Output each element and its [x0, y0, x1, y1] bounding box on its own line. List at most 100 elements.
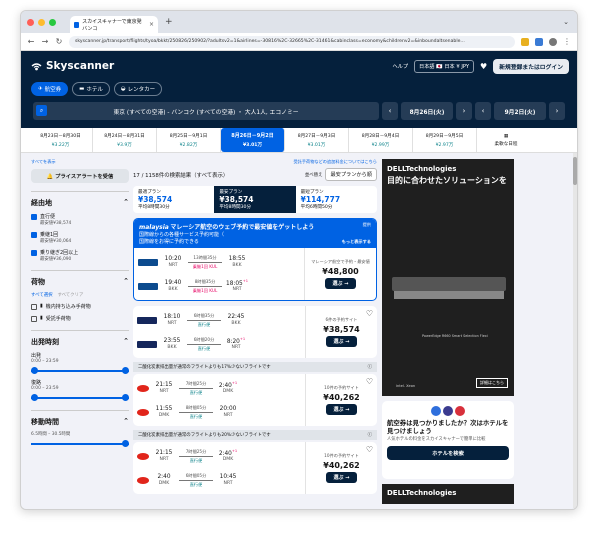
select-button[interactable]: 選ぶ →	[325, 336, 358, 347]
date-option[interactable]: 8月24日－8月31日 ¥3.9万	[93, 128, 157, 152]
checkbox-icon[interactable]	[31, 304, 37, 310]
next-return-button[interactable]: ›	[549, 102, 565, 120]
stops-option[interactable]: 乗り継ぎ2回以上 最安値¥36,090	[31, 249, 129, 262]
result-card[interactable]: 21:15 NRT 7時間25分 直行便 2:40+1 DMK 2:40 DMK 6時間…	[133, 442, 377, 494]
extension-icon[interactable]	[535, 37, 543, 46]
slider-handle[interactable]	[31, 367, 38, 374]
chip-flights[interactable]: ✈ 航空券	[31, 82, 69, 96]
checkbox-icon[interactable]	[31, 316, 37, 322]
date-option[interactable]: 8月23日－8月30日 ¥3.22万	[29, 128, 93, 152]
forward-icon[interactable]: →	[41, 37, 49, 46]
date-option[interactable]: 8月28日－9月4日 ¥2.99万	[349, 128, 413, 152]
tab-best[interactable]: 最適プラン ¥38,574 平均8時間30分	[133, 186, 214, 213]
info-icon[interactable]: ⓘ	[368, 432, 372, 438]
prev-depart-button[interactable]: ‹	[382, 102, 398, 120]
search-icon[interactable]: ⌕	[36, 105, 47, 116]
route-line	[188, 285, 222, 287]
heart-icon[interactable]: ♥	[480, 62, 487, 71]
menu-icon[interactable]: ⋮	[563, 37, 571, 46]
slider-handle[interactable]	[31, 394, 38, 401]
tab-cheapest[interactable]: 最安プラン ¥38,574 平均8時間30分	[214, 186, 296, 213]
baggage-title[interactable]: 荷物 ⌃	[31, 277, 129, 287]
extension-icon[interactable]	[521, 37, 529, 46]
return-date[interactable]: 9月2日(火)	[494, 102, 546, 120]
duration-slider[interactable]	[31, 440, 129, 448]
reload-icon[interactable]: ↻	[55, 37, 63, 46]
brand-logo[interactable]: Skyscanner	[31, 60, 114, 72]
minimize-window-icon[interactable]	[38, 18, 45, 26]
slider-track	[31, 370, 129, 372]
browser-tab[interactable]: スカイスキャナーで東京発バンコ ×	[70, 16, 158, 33]
select-button[interactable]: 選ぶ →	[325, 472, 358, 483]
new-tab-icon[interactable]: +	[165, 17, 173, 27]
date-option-selected[interactable]: 8月26日－9月2日 ¥3.01万	[221, 128, 285, 152]
checkbox-icon[interactable]	[31, 214, 37, 220]
fees-link[interactable]: 受託手荷物などの追加料金についてはこちら	[133, 159, 377, 165]
dell-ad[interactable]: DELLTechnologies 目的に合わせたソリューションを PowerEd…	[382, 159, 514, 396]
heart-icon[interactable]: ♡	[366, 309, 373, 318]
chevron-down-icon[interactable]: ⌄	[563, 18, 569, 26]
chip-hotels[interactable]: ▬ ホテル	[72, 82, 110, 96]
flight-leg: 19:40 BKK 8時間35分 乗継1回 KUL 18:05+1 NRT	[138, 274, 300, 298]
result-card[interactable]: 21:15 NRT 7時間25分 直行便 2:40+1 DMK 11:55 DMK 8時…	[133, 374, 377, 426]
clear-all-link[interactable]: すべてクリア	[57, 292, 83, 298]
date-price: ¥2.82万	[179, 142, 198, 148]
url-input[interactable]: skyscanner.jp/transport/flights/tyoa/bkk…	[69, 35, 515, 48]
date-option[interactable]: 8月29日－9月5日 ¥2.97万	[413, 128, 477, 152]
duration-title[interactable]: 移動時間 ⌃	[31, 417, 129, 427]
slider-handle[interactable]	[122, 394, 129, 401]
locale-selector[interactable]: 日本語 🇯🇵 日本 ¥ JPY	[414, 60, 475, 73]
slider-handle[interactable]	[122, 367, 129, 374]
stops-option[interactable]: 乗継1回 最安値¥30,064	[31, 231, 129, 244]
deal-text: 6件の予約サイト	[325, 317, 358, 322]
select-button[interactable]: 選ぶ →	[324, 278, 357, 289]
profile-icon[interactable]	[549, 37, 557, 46]
close-tab-icon[interactable]: ×	[149, 21, 154, 28]
flexible-dates-button[interactable]: ▦ 柔軟な日程	[477, 128, 535, 152]
help-link[interactable]: ヘルプ	[392, 63, 408, 70]
slider-handle[interactable]	[122, 440, 129, 447]
sponsored-result[interactable]: malaysia マレーシア航空のウェブ予約で最安値をゲットしよう 国際線からの…	[133, 218, 377, 301]
return-slider[interactable]	[31, 394, 129, 402]
outbound-slider[interactable]	[31, 367, 129, 375]
stops-option[interactable]: 直行便 最安値¥38,574	[31, 213, 129, 226]
select-all-link[interactable]: すべて選択	[31, 292, 52, 298]
baggage-option[interactable]: ▮ 機内持ち込み手荷物	[31, 303, 129, 310]
maximize-window-icon[interactable]	[49, 18, 56, 26]
route-field[interactable]: ⌕ 東京 (すべての空港) - バンコク (すべての空港) ・ 大人1人, エコ…	[33, 102, 379, 120]
date-option[interactable]: 8月25日－9月1日 ¥2.82万	[157, 128, 221, 152]
date-option[interactable]: 8月27日－9月3日 ¥3.01万	[285, 128, 349, 152]
tab-fastest[interactable]: 最短プラン ¥114,777 平均6時間50分	[296, 186, 377, 213]
checkbox-icon[interactable]	[31, 232, 37, 238]
sort-select[interactable]: 最安プランから順	[325, 168, 377, 181]
heart-icon[interactable]: ♡	[366, 377, 373, 386]
price-alert-button[interactable]: 🔔 プライスアラートを受信	[31, 169, 129, 183]
checkbox-icon[interactable]	[31, 250, 37, 256]
back-icon[interactable]: ←	[27, 37, 35, 46]
arr-time: 20:00 NRT	[217, 406, 239, 417]
depart-date[interactable]: 8月26日(火)	[401, 102, 453, 120]
stop-text: 直行便	[189, 389, 203, 395]
login-button[interactable]: 新規登録またはログイン	[493, 59, 569, 74]
ad-cta-button[interactable]: 詳細はこちら	[476, 378, 508, 388]
scrollbar[interactable]	[573, 153, 577, 508]
show-all-link[interactable]: すべてを表示	[31, 159, 129, 165]
heart-icon[interactable]: ♡	[366, 445, 373, 454]
search-bar: ⌕ 東京 (すべての空港) - バンコク (すべての空港) ・ 大人1人, エコ…	[33, 102, 565, 120]
duration-text: 6時間20分	[193, 336, 215, 342]
times-filter: 出発時刻 ⌃ 出発 0:00 – 23:59 復路 0:00 – 23:59	[31, 330, 129, 402]
info-icon[interactable]: ⓘ	[368, 364, 372, 370]
prev-return-button[interactable]: ‹	[475, 102, 491, 120]
stops-title[interactable]: 経由地 ⌃	[31, 198, 129, 208]
chip-car-rental[interactable]: ◒ レンタカー	[113, 82, 163, 96]
next-depart-button[interactable]: ›	[456, 102, 472, 120]
show-more-link[interactable]: もっと表示する	[342, 239, 371, 245]
close-window-icon[interactable]	[27, 18, 34, 26]
result-card[interactable]: 18:10 NRT 6時間35分 直行便 22:45 BKK 23:55 BKK 6時間…	[133, 306, 377, 358]
times-title[interactable]: 出発時刻 ⌃	[31, 337, 129, 347]
baggage-option[interactable]: ▮ 受託手荷物	[31, 315, 129, 322]
select-button[interactable]: 選ぶ →	[325, 404, 358, 415]
dell-ad-2[interactable]: DELLTechnologies	[382, 484, 514, 504]
scrollbar-thumb[interactable]	[573, 157, 577, 185]
hotel-search-button[interactable]: ホテルを検索	[387, 445, 509, 460]
